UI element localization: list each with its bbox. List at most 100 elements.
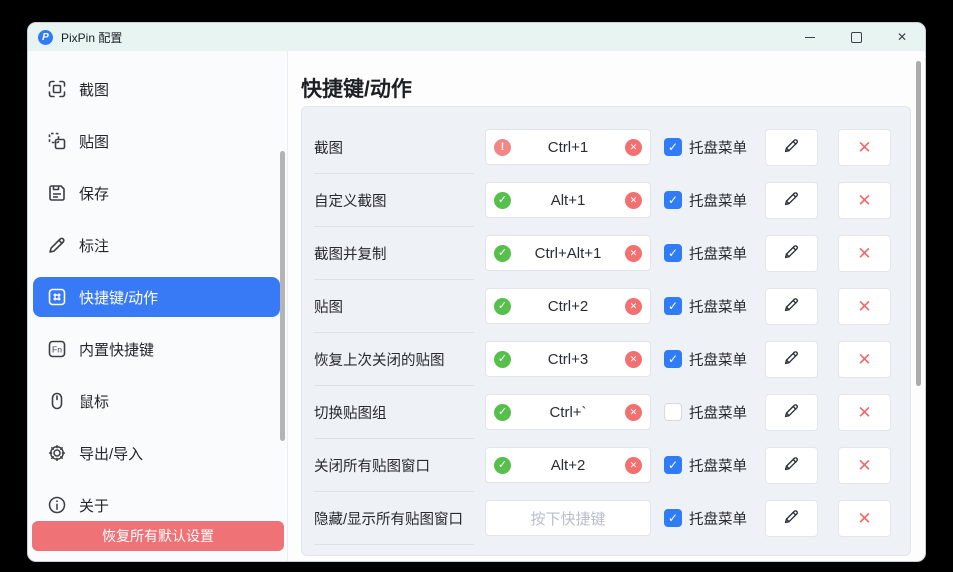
hotkey-value: Ctrl+2	[511, 298, 625, 315]
delete-hotkey-button[interactable]: ✕	[838, 500, 891, 537]
delete-hotkey-button[interactable]: ✕	[838, 235, 891, 272]
tray-checkbox[interactable]: ✓	[664, 138, 682, 156]
delete-x-icon: ✕	[857, 139, 871, 156]
hotkey-clear-icon[interactable]: ✕	[625, 298, 642, 315]
sidebar-item-label: 标注	[79, 235, 109, 256]
hotkey-value: Ctrl+1	[511, 139, 625, 156]
delete-hotkey-button[interactable]: ✕	[838, 182, 891, 219]
pixpin-config-window: P PixPin 配置 ✕ 截图 贴图 保存 标注 快捷键/动作 Fn 内置快捷…	[27, 22, 926, 562]
sidebar-item-8[interactable]: 关于	[33, 485, 280, 525]
minimize-icon	[805, 37, 815, 38]
edit-hotkey-button[interactable]	[765, 182, 818, 219]
tray-checkbox[interactable]: ✓	[664, 191, 682, 209]
sidebar-item-label: 贴图	[79, 131, 109, 152]
page-title: 快捷键/动作	[301, 73, 412, 103]
close-button[interactable]: ✕	[879, 23, 925, 51]
tray-checkbox[interactable]: ✓	[664, 456, 682, 474]
sidebar-item-4[interactable]: 快捷键/动作	[33, 277, 280, 317]
main-scrollbar[interactable]	[916, 61, 921, 386]
hotkey-input[interactable]: ✓ Ctrl+2 ✕	[485, 288, 651, 324]
tray-label: 托盘菜单	[689, 121, 747, 174]
delete-hotkey-button[interactable]: ✕	[838, 341, 891, 378]
edit-hotkey-button[interactable]	[765, 500, 818, 537]
tray-checkbox[interactable]: ✓	[664, 509, 682, 527]
hotkey-status-icon: ✓	[494, 298, 511, 315]
hotkey-clear-icon[interactable]: ✕	[625, 457, 642, 474]
action-label: 切换贴图组	[314, 386, 474, 439]
edit-hotkey-button[interactable]	[765, 394, 818, 431]
window-title: PixPin 配置	[61, 29, 122, 46]
action-label: 截图	[314, 121, 474, 174]
sidebar-item-5[interactable]: Fn 内置快捷键	[33, 329, 280, 369]
delete-x-icon: ✕	[857, 457, 871, 474]
hotkey-input[interactable]: ✓ Ctrl+Alt+1 ✕	[485, 235, 651, 271]
close-icon: ✕	[897, 31, 907, 43]
sidebar-item-0[interactable]: 截图	[33, 69, 280, 109]
hotkey-row: 自定义截图 ✓ Alt+1 ✕ ✓ 托盘菜单 ✕	[302, 174, 910, 227]
minimize-button[interactable]	[787, 23, 833, 51]
action-label: 关闭所有贴图窗口	[314, 439, 474, 492]
hotkey-status-icon: !	[494, 139, 511, 156]
delete-x-icon: ✕	[857, 351, 871, 368]
delete-hotkey-button[interactable]: ✕	[838, 288, 891, 325]
delete-x-icon: ✕	[857, 510, 871, 527]
hotkey-row: 恢复上次关闭的贴图 ✓ Ctrl+3 ✕ ✓ 托盘菜单 ✕	[302, 333, 910, 386]
tray-checkbox[interactable]: ✓	[664, 244, 682, 262]
sidebar-item-label: 快捷键/动作	[79, 287, 158, 308]
hotkey-value: Ctrl+`	[511, 404, 625, 421]
edit-hotkey-button[interactable]	[765, 129, 818, 166]
pencil-icon	[783, 137, 800, 159]
edit-hotkey-button[interactable]	[765, 447, 818, 484]
tray-checkbox[interactable]: ✓	[664, 297, 682, 315]
action-label: 截图并复制	[314, 227, 474, 280]
svg-text:Fn: Fn	[52, 344, 62, 354]
screenshot-icon	[47, 79, 67, 99]
hotkey-input[interactable]: ✓ Alt+2 ✕	[485, 447, 651, 483]
action-label: 恢复上次关闭的贴图	[314, 333, 474, 386]
pencil-icon	[783, 349, 800, 371]
sidebar-item-3[interactable]: 标注	[33, 225, 280, 265]
reset-defaults-button[interactable]: 恢复所有默认设置	[32, 521, 284, 551]
sidebar-item-6[interactable]: 鼠标	[33, 381, 280, 421]
sidebar-item-2[interactable]: 保存	[33, 173, 280, 213]
delete-hotkey-button[interactable]: ✕	[838, 394, 891, 431]
hotkey-clear-icon[interactable]: ✕	[625, 351, 642, 368]
hotkey-input[interactable]: ✓ Alt+1 ✕	[485, 182, 651, 218]
maximize-button[interactable]	[833, 23, 879, 51]
hotkey-value: Alt+2	[511, 457, 625, 474]
sidebar-item-1[interactable]: 贴图	[33, 121, 280, 161]
hotkey-clear-icon[interactable]: ✕	[625, 245, 642, 262]
hotkey-status-icon: ✓	[494, 404, 511, 421]
window-body: 截图 贴图 保存 标注 快捷键/动作 Fn 内置快捷键 鼠标 导出/导入 关于 …	[28, 51, 925, 562]
edit-hotkey-button[interactable]	[765, 341, 818, 378]
pencil-icon	[783, 402, 800, 424]
sidebar-nav: 截图 贴图 保存 标注 快捷键/动作 Fn 内置快捷键 鼠标 导出/导入 关于	[28, 69, 287, 525]
hotkey-row: 截图 ! Ctrl+1 ✕ ✓ 托盘菜单 ✕	[302, 121, 910, 174]
edit-hotkey-button[interactable]	[765, 288, 818, 325]
delete-hotkey-button[interactable]: ✕	[838, 447, 891, 484]
action-label: 隐藏/显示所有贴图窗口	[314, 492, 474, 545]
maximize-icon	[851, 32, 862, 43]
sidebar-item-7[interactable]: 导出/导入	[33, 433, 280, 473]
edit-hotkey-button[interactable]	[765, 235, 818, 272]
tray-checkbox[interactable]: ✓	[664, 350, 682, 368]
hotkey-clear-icon[interactable]: ✕	[625, 404, 642, 421]
pencil-icon	[783, 455, 800, 477]
hotkey-row: 截图并复制 ✓ Ctrl+Alt+1 ✕ ✓ 托盘菜单 ✕	[302, 227, 910, 280]
tray-label: 托盘菜单	[689, 174, 747, 227]
sidebar-scrollbar[interactable]	[280, 151, 285, 441]
export-import-icon	[47, 443, 67, 463]
hotkey-input[interactable]: 按下快捷键	[485, 500, 651, 536]
hotkey-input[interactable]: ! Ctrl+1 ✕	[485, 129, 651, 165]
hotkey-input[interactable]: ✓ Ctrl+3 ✕	[485, 341, 651, 377]
delete-hotkey-button[interactable]: ✕	[838, 129, 891, 166]
sidebar-item-label: 导出/导入	[79, 443, 143, 464]
annotate-icon	[47, 235, 67, 255]
tray-checkbox[interactable]	[664, 403, 682, 421]
hotkey-clear-icon[interactable]: ✕	[625, 139, 642, 156]
pin-image-icon	[47, 131, 67, 151]
hotkey-clear-icon[interactable]: ✕	[625, 192, 642, 209]
hotkey-value: Alt+1	[511, 192, 625, 209]
tray-label: 托盘菜单	[689, 333, 747, 386]
hotkey-input[interactable]: ✓ Ctrl+` ✕	[485, 394, 651, 430]
